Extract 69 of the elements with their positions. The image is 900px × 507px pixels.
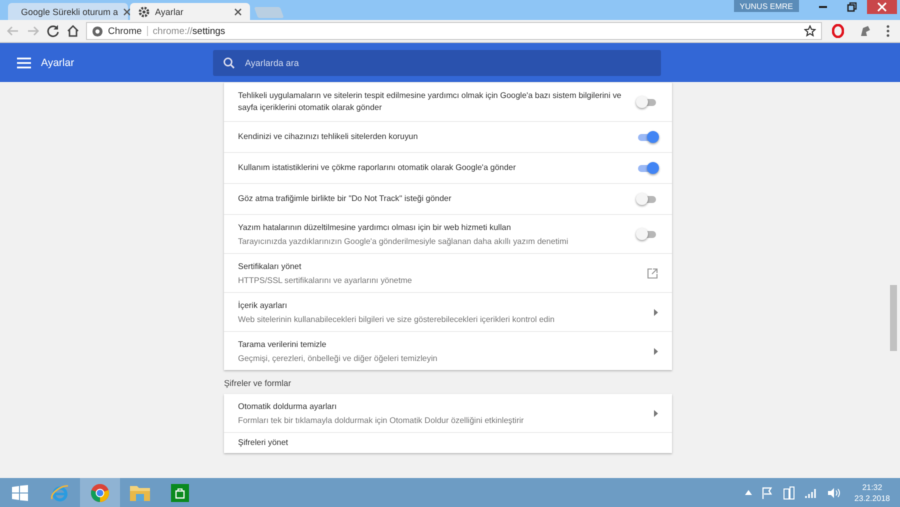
menu-icon[interactable] [17, 56, 31, 68]
restore-icon [846, 2, 856, 12]
arrow-right-icon[interactable] [654, 348, 658, 354]
chrome-icon [90, 482, 110, 502]
settings-row[interactable]: Göz atma trafiğimle birlikte bir "Do Not Track" isteği gönder [224, 183, 672, 214]
caret-up-icon[interactable] [745, 490, 752, 495]
browser-e-icon [50, 482, 70, 502]
taskbar-app-button[interactable] [80, 478, 120, 507]
reload-icon[interactable] [46, 24, 60, 38]
settings-row[interactable]: Otomatik doldurma ayarları Formları tek bir tıklamayla doldurmak için Otomatik Doldur özelliğini etkinleştirir [224, 394, 672, 432]
setting-description: Geçmişi, çerezleri, önbelleği ve diğer öğeleri temizleyin [238, 354, 438, 364]
store-icon [171, 484, 189, 502]
battery-icon[interactable] [783, 486, 796, 500]
setting-title: Tarama verilerini temizle [238, 338, 328, 350]
close-icon [877, 2, 887, 12]
arrow-right-icon[interactable] [654, 308, 658, 316]
section-heading: Şifreler ve formlar [224, 378, 292, 388]
close-button[interactable] [867, 0, 897, 14]
toggle-switch[interactable] [638, 164, 656, 172]
settings-row[interactable]: Tehlikeli uygulamaların ve sitelerin tespit edilmesine yardımcı olmak için Google'a bazı sistem bilgilerini ve sayfa içeriklerini otomatik olarak gönder [224, 83, 672, 121]
settings-row[interactable]: Kendinizi ve cihazınızı tehlikeli sitelerden koruyun [224, 121, 672, 152]
setting-title: Tehlikeli uygulamaların ve sitelerin tespit edilmesine yardımcı olmak için Google'a bazı sistem bilgilerini ve sayfa içeriklerini otomatik olarak gönder [238, 90, 622, 114]
external-link-icon[interactable] [647, 268, 658, 278]
setting-title: İçerik ayarları [238, 300, 288, 312]
gear-icon [138, 6, 150, 18]
settings-row[interactable]: Şifreleri yönet [224, 432, 672, 453]
browser-tab[interactable]: Google Sürekli oturum a [8, 3, 128, 20]
page-title: Ayarlar [41, 56, 76, 68]
setting-title: Yazım hatalarının düzeltilmesine yardımcı olması için bir web hizmeti kullan [238, 222, 512, 234]
speaker-icon[interactable] [827, 486, 842, 498]
star-icon[interactable] [804, 25, 816, 37]
setting-description: Formları tek bir tıklamayla doldurmak için Otomatik Doldur özelliğini etkinleştirir [238, 416, 525, 426]
extension-icon[interactable] [858, 24, 872, 38]
address-bar[interactable]: Chrome chrome://settings [86, 22, 822, 40]
home-icon[interactable] [66, 24, 80, 38]
flag-icon[interactable] [762, 486, 774, 498]
settings-row[interactable]: Sertifikaları yönet HTTPS/SSL sertifikalarını ve ayarlarını yönetme [224, 253, 672, 292]
setting-title: Şifreleri yönet [238, 437, 290, 449]
windows-logo-icon [12, 484, 28, 500]
toggle-switch[interactable] [638, 134, 656, 140]
search-icon [223, 56, 235, 68]
minimize-icon [818, 6, 826, 8]
opera-icon[interactable] [832, 24, 844, 38]
signal-icon[interactable] [805, 488, 818, 498]
user-name-badge[interactable]: YUNUS EMRE [734, 0, 799, 12]
settings-row[interactable]: Tarama verilerini temizle Geçmişi, çerezleri, önbelleği ve diğer öğeleri temizleyin [224, 331, 672, 370]
arrow-right-icon[interactable] [654, 410, 658, 416]
settings-row[interactable]: Kullanım istatistiklerini ve çökme raporlarını otomatik olarak Google'a gönder [224, 152, 672, 183]
setting-description: Web sitelerinin kullanabilecekleri bilgileri ve size gösterebilecekleri içerikleri kontrol edin [238, 315, 556, 324]
setting-title: Kullanım istatistiklerini ve çökme raporlarını otomatik olarak Google'a gönder [238, 162, 517, 174]
setting-title: Göz atma trafiğimle birlikte bir "Do Not Track" isteği gönder [238, 193, 452, 205]
toggle-switch[interactable] [638, 196, 656, 202]
menu-dots-icon[interactable] [886, 24, 890, 38]
settings-row[interactable]: İçerik ayarları Web sitelerinin kullanabilecekleri bilgileri ve size gösterebilecekleri içerikleri kontrol edin [224, 292, 672, 331]
browser-tab[interactable]: Ayarlar [130, 3, 250, 20]
setting-description: HTTPS/SSL sertifikalarını ve ayarlarını yönetme [238, 276, 413, 286]
settings-row[interactable]: Yazım hatalarının düzeltilmesine yardımcı olması için bir web hizmeti kullan Tarayıcınızda yazdıklarınızın Google'a gönderilmesiyle sağlanan daha akıllı yazım denetimi [224, 214, 672, 253]
setting-description: Tarayıcınızda yazdıklarınızın Google'a gönderilmesiyle sağlanan daha akıllı yazım denetimi [238, 237, 570, 246]
folder-icon [129, 484, 151, 502]
setting-title: Kendinizi ve cihazınızı tehlikeli sitelerden koruyun [238, 131, 419, 143]
chrome-logo-icon [92, 26, 103, 36]
close-icon[interactable] [234, 8, 242, 16]
toggle-switch[interactable] [638, 230, 656, 238]
toggle-switch[interactable] [638, 98, 656, 106]
setting-title: Otomatik doldurma ayarları [238, 400, 338, 412]
close-icon[interactable] [123, 8, 132, 16]
setting-title: Sertifikaları yönet [238, 260, 302, 272]
scrollbar-thumb[interactable] [890, 285, 897, 351]
search-field[interactable]: Ayarlarda ara [213, 50, 661, 76]
